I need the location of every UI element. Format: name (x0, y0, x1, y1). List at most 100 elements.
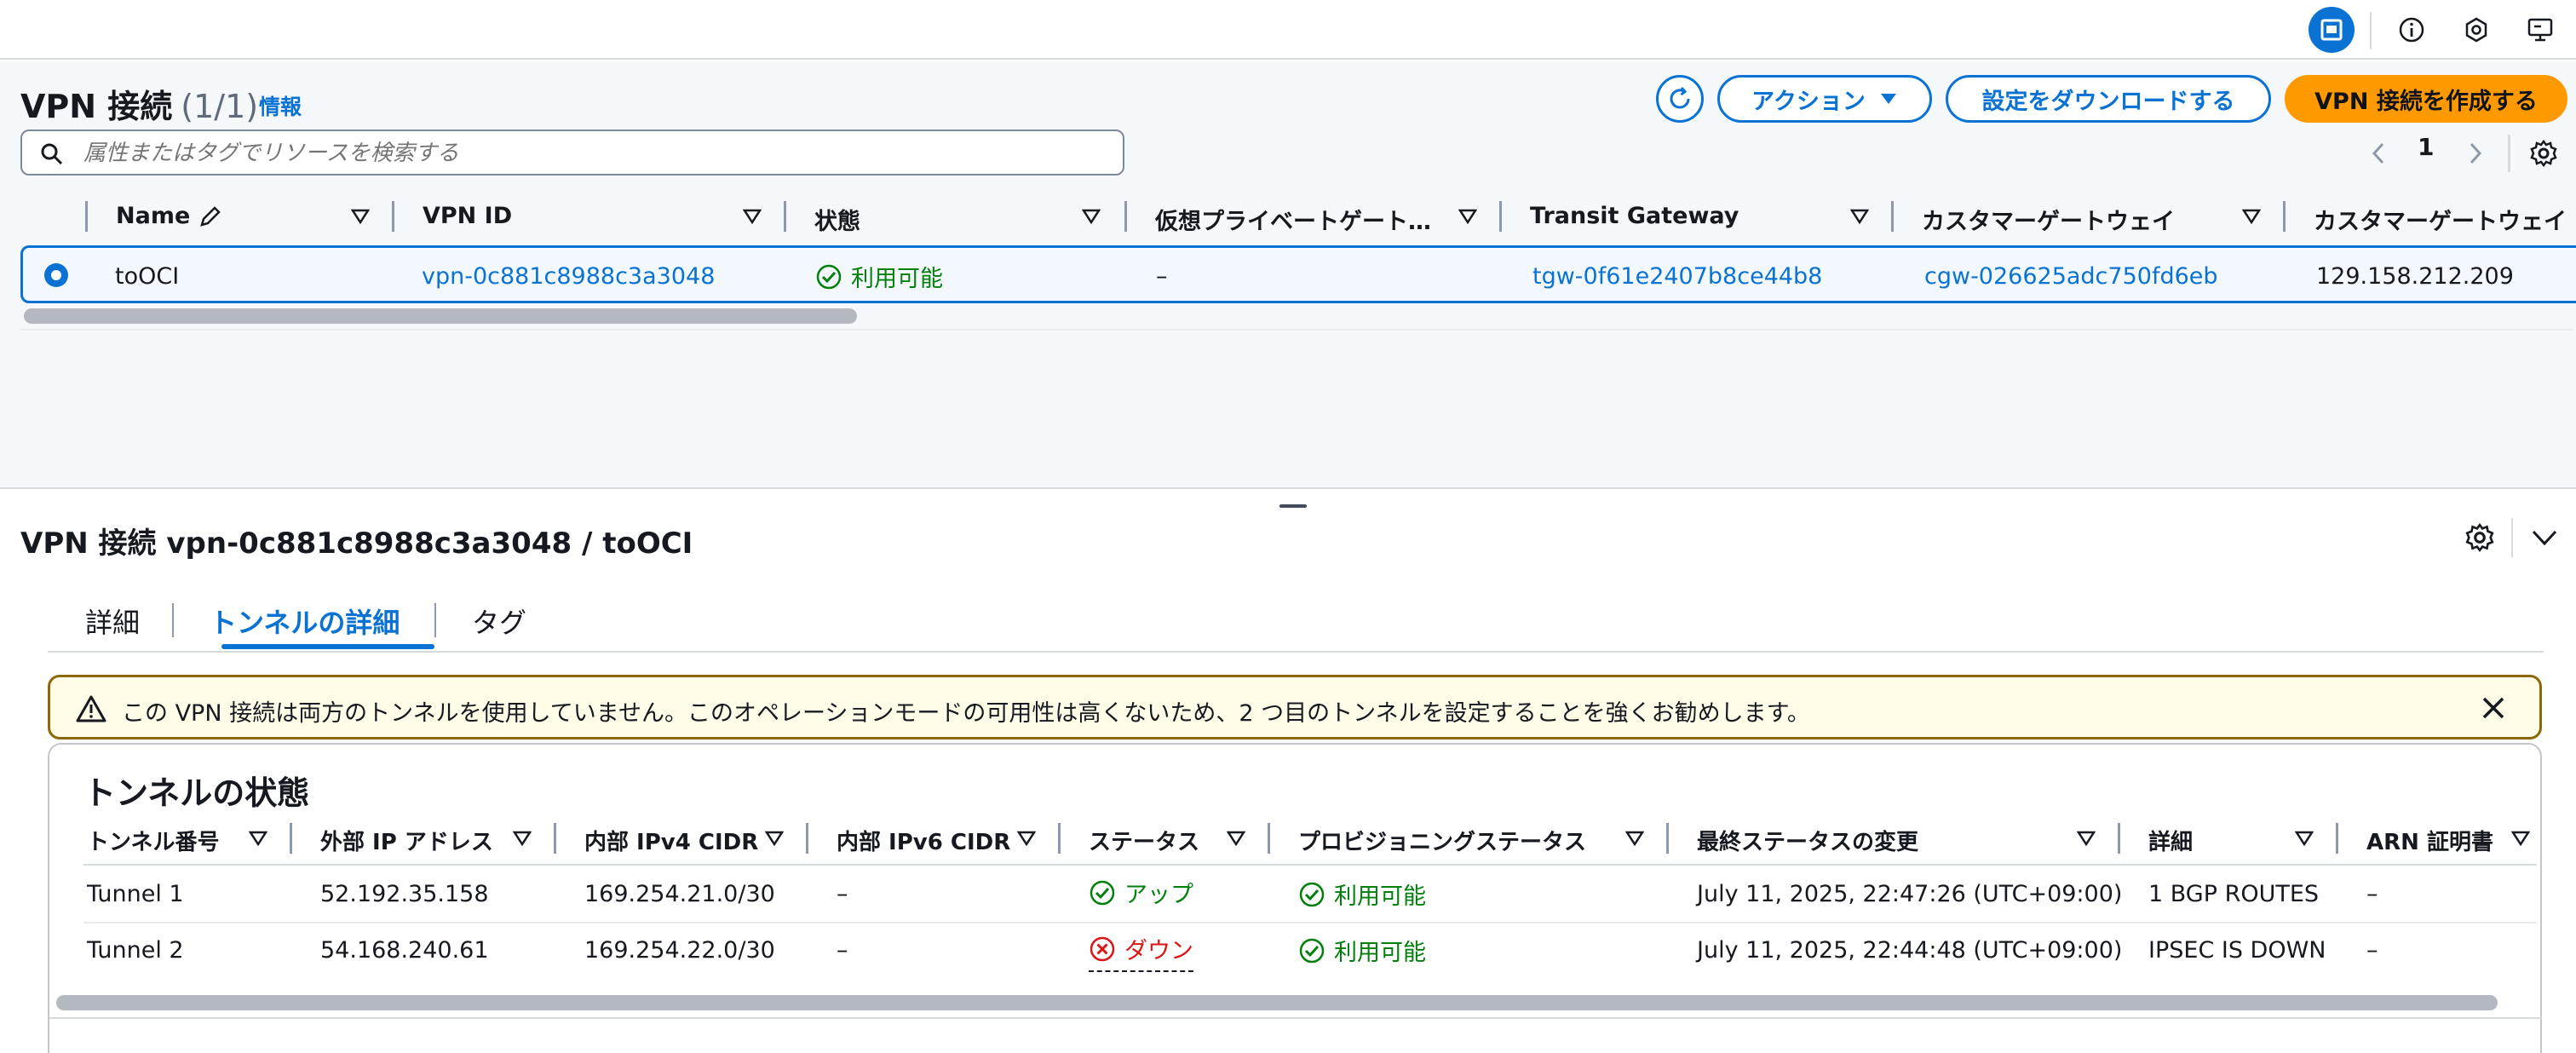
download-config-button[interactable]: 設定をダウンロードする (1946, 75, 2271, 123)
col-header-arn[interactable]: ARN 証明書 (2366, 825, 2493, 856)
sort-icon[interactable] (2077, 830, 2096, 847)
check-circle-icon (816, 264, 842, 289)
check-circle-icon (1299, 882, 1325, 906)
warning-alert: この VPN 接続は両方のトンネルを使用していません。このオペレーションモードの… (48, 675, 2542, 739)
col-header-status[interactable]: ステータス (1089, 825, 1199, 856)
col-header-last-change[interactable]: 最終ステータスの変更 (1697, 825, 1918, 856)
tunnel-2-inside-ipv4: 169.254.22.0/30 (584, 937, 775, 964)
col-header-name[interactable]: Name (116, 203, 222, 229)
tunnel-1-arn: – (2366, 881, 2378, 907)
col-header-inside-ipv6[interactable]: 内部 IPv6 CIDR (837, 825, 1010, 856)
tunnel-2-provisioning: 利用可能 (1298, 934, 1426, 967)
split-divider[interactable] (0, 487, 2576, 489)
error-circle-icon (1090, 936, 1115, 961)
row-vpn-id-link[interactable]: vpn-0c881c8988c3a3048 (422, 263, 715, 290)
tunnel-1-inside-ipv4: 169.254.21.0/30 (584, 881, 775, 907)
create-vpn-button[interactable]: VPN 接続を作成する (2285, 75, 2567, 123)
actions-label: アクション (1751, 88, 1866, 115)
sort-icon[interactable] (1458, 208, 1477, 225)
tunnel-1-outside-ip: 52.192.35.158 (320, 881, 489, 907)
details-title: VPN 接続 vpn-0c881c8988c3a3048 / toOCI (20, 526, 693, 561)
edit-icon (200, 205, 221, 227)
tunnel-table-scrollbar[interactable] (56, 995, 2498, 1010)
sort-icon[interactable] (2242, 208, 2261, 225)
sort-icon[interactable] (1082, 208, 1101, 225)
page-title: VPN 接続 (1/1) (20, 88, 259, 125)
vpn-connections-panel: VPN 接続 (1/1) 情報 アクション 設定をダウンロードする VPN 接続を… (0, 61, 2576, 487)
col-header-tunnel[interactable]: トンネル番号 (87, 825, 219, 856)
tunnel-1-detail: 1 BGP ROUTES (2148, 881, 2320, 907)
col-header-outside-ip[interactable]: 外部 IP アドレス (320, 825, 493, 856)
sort-icon[interactable] (513, 830, 532, 847)
col-header-vgw[interactable]: 仮想プライベートゲート… (1155, 203, 1431, 236)
row-tgw-link[interactable]: tgw-0f61e2407b8ce44b8 (1532, 263, 1822, 290)
sort-icon[interactable] (1017, 830, 1036, 847)
row-state: 利用可能 (815, 260, 943, 293)
tunnel-2-arn: – (2366, 937, 2378, 964)
search-icon (41, 143, 63, 165)
radio-selected[interactable] (42, 261, 71, 290)
row-cgw-ip: 129.158.212.209 (2316, 263, 2514, 290)
row-name: toOCI (115, 263, 180, 290)
col-header-cgw-ip[interactable]: カスタマーゲートウェイ (2314, 203, 2569, 236)
row-vgw: – (1156, 263, 1168, 290)
col-header-inside-ipv4[interactable]: 内部 IPv4 CIDR (584, 825, 758, 856)
tab-tunnel-details[interactable]: トンネルの詳細 (210, 601, 400, 641)
col-header-vpn-id[interactable]: VPN ID (423, 203, 512, 229)
check-circle-icon (1090, 880, 1115, 905)
collapse-chevron-icon[interactable] (2530, 525, 2559, 554)
info-link[interactable]: 情報 (259, 90, 302, 121)
sort-icon[interactable] (765, 830, 784, 847)
preferences-icon[interactable] (2464, 521, 2496, 557)
col-header-provisioning[interactable]: プロビジョニングステータス (1298, 825, 1586, 856)
tunnel-2-status[interactable]: ダウン (1089, 932, 1193, 972)
col-header-cgw[interactable]: カスタマーゲートウェイ (1922, 203, 2175, 236)
top-bar (0, 0, 2576, 60)
col-header-tgw[interactable]: Transit Gateway (1530, 203, 1739, 229)
sort-icon[interactable] (351, 208, 370, 225)
sort-icon[interactable] (1850, 208, 1869, 225)
sort-icon[interactable] (743, 208, 762, 225)
tunnel-2-last-change: July 11, 2025, 22:44:48 (UTC+09:00) (1697, 937, 2123, 964)
search-input[interactable] (83, 138, 1106, 169)
tunnel-2-outside-ip: 54.168.240.61 (320, 937, 489, 964)
sort-icon[interactable] (1625, 830, 1644, 847)
sort-icon[interactable] (1227, 830, 1245, 847)
refresh-button[interactable] (1656, 75, 1704, 123)
col-header-state[interactable]: 状態 (814, 203, 860, 236)
tunnel-1-name: Tunnel 1 (87, 881, 184, 907)
resize-handle[interactable] (1279, 504, 1307, 508)
row-cgw-link[interactable]: cgw-026625adc750fd6eb (1924, 263, 2218, 290)
tunnel-2-name: Tunnel 2 (87, 937, 184, 964)
alert-message: この VPN 接続は両方のトンネルを使用していません。このオペレーションモードの… (122, 700, 1810, 727)
prev-page-icon[interactable] (2361, 136, 2395, 170)
table-row[interactable]: toOCI vpn-0c881c8988c3a3048 利用可能 – tgw-0… (20, 245, 2576, 303)
table-settings-icon[interactable] (2527, 136, 2561, 170)
warning-icon (76, 695, 106, 722)
next-page-icon[interactable] (2458, 136, 2493, 170)
info-icon[interactable] (2389, 7, 2435, 53)
tunnel-1-last-change: July 11, 2025, 22:47:26 (UTC+09:00) (1697, 881, 2123, 907)
tunnel-1-provisioning: 利用可能 (1298, 878, 1426, 911)
tab-tags[interactable]: タグ (472, 601, 526, 641)
tunnel-2-detail: IPSEC IS DOWN (2148, 937, 2326, 964)
col-header-detail[interactable]: 詳細 (2148, 825, 2193, 856)
refresh-icon (1670, 87, 1690, 109)
caret-down-icon (1880, 94, 1896, 104)
sort-icon[interactable] (2511, 830, 2530, 847)
tunnel-status-title: トンネルの状態 (83, 774, 310, 812)
sort-icon[interactable] (2295, 830, 2314, 847)
active-tab-indicator (221, 644, 434, 649)
tab-details[interactable]: 詳細 (85, 601, 140, 641)
close-icon[interactable] (2480, 694, 2507, 722)
layout-mode-icon[interactable] (2309, 7, 2355, 53)
actions-button[interactable]: アクション (1717, 75, 1932, 123)
sort-icon[interactable] (249, 830, 267, 847)
hexagon-icon[interactable] (2453, 7, 2499, 53)
item-count: (1/1) (181, 88, 259, 125)
check-circle-icon (1299, 938, 1325, 963)
tunnel-1-status: アップ (1089, 876, 1193, 909)
scrollbar-thumb[interactable] (24, 308, 857, 324)
current-page[interactable]: 1 (2418, 133, 2434, 161)
screen-icon[interactable] (2518, 7, 2564, 53)
